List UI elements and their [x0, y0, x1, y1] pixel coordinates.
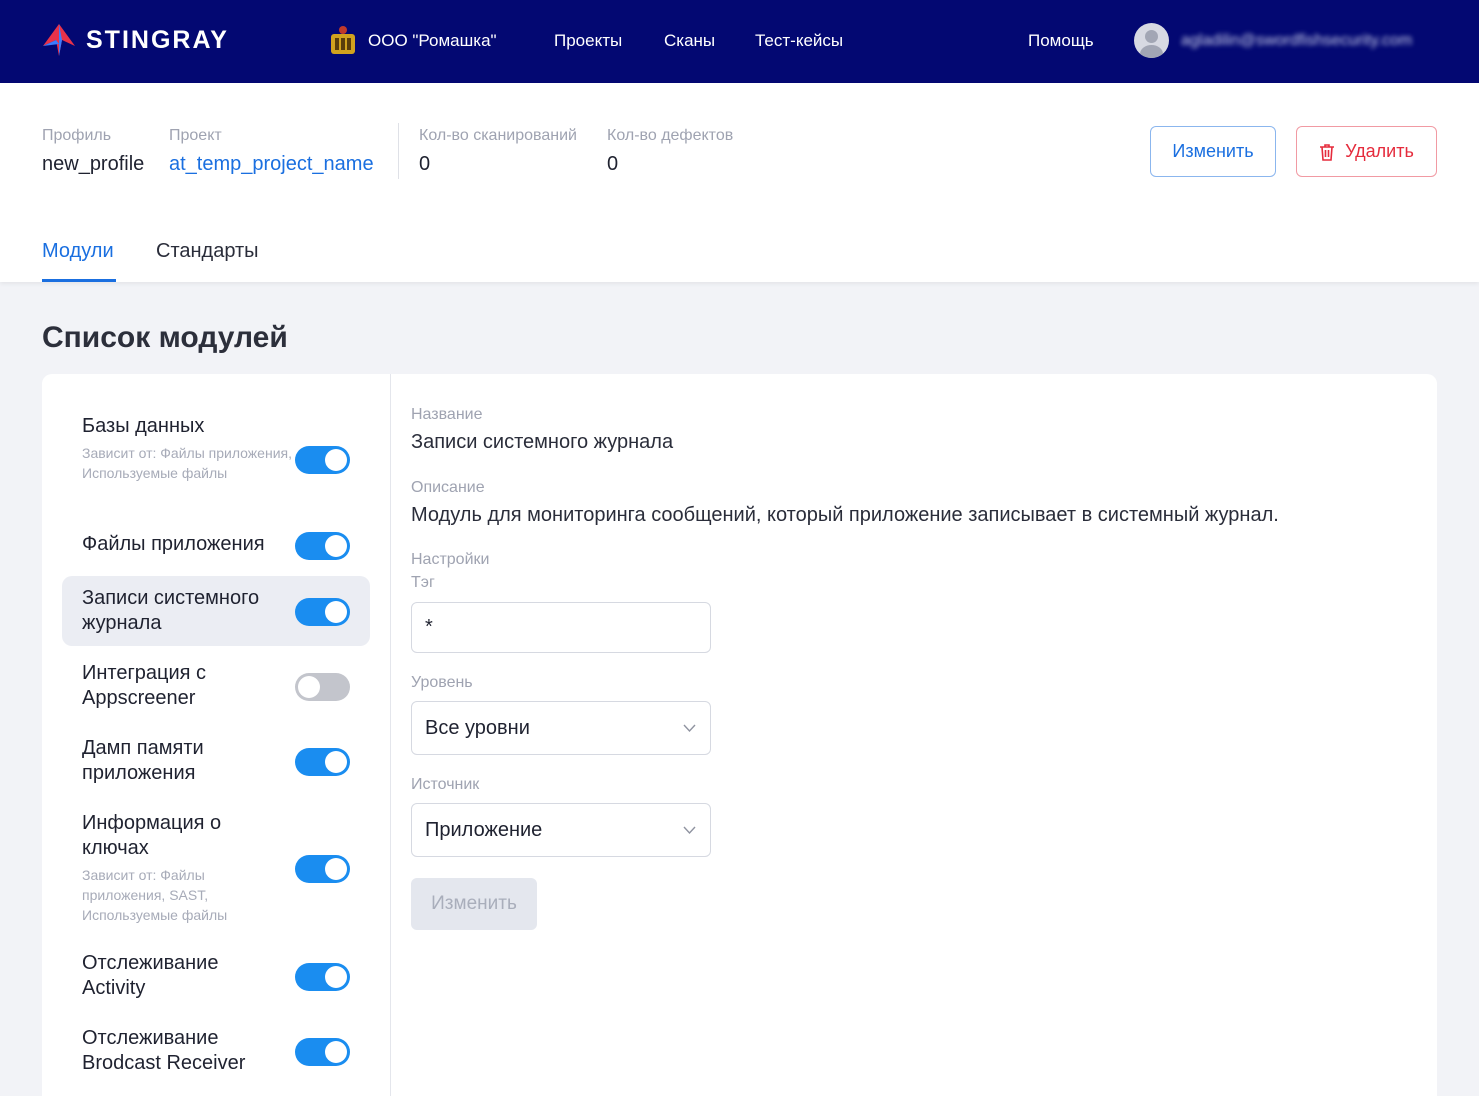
defects-count-label: Кол-во дефектов [607, 127, 734, 144]
project-label: Проект [169, 127, 222, 144]
chevron-down-icon [683, 724, 696, 733]
module-toggle[interactable] [295, 598, 350, 626]
scans-count-value: 0 [419, 153, 431, 175]
save-settings-label: Изменить [431, 893, 517, 914]
defects-meta: Кол-во дефектов 0 [607, 126, 733, 177]
module-toggle[interactable] [295, 748, 350, 776]
tab-standards[interactable]: Стандарты [156, 238, 259, 264]
nav-scans[interactable]: Сканы [664, 30, 715, 52]
chevron-down-icon [683, 826, 696, 835]
profile-header: Профиль new_profile Проект at_temp_proje… [0, 83, 1479, 282]
modules-card: Базы данных Зависит от: Файлы приложения… [42, 374, 1437, 1096]
delete-profile-label: Удалить [1345, 141, 1414, 161]
detail-settings-label: Настройки [411, 551, 490, 568]
detail-name-label: Название [411, 406, 483, 423]
detail-description-label: Описание [411, 479, 485, 496]
toggle-knob [325, 601, 347, 623]
module-name: Отслеживание Brodcast Receiver [82, 1027, 246, 1074]
defects-count-value: 0 [607, 153, 619, 175]
active-tab-indicator [42, 279, 116, 282]
save-settings-button[interactable]: Изменить [411, 878, 537, 930]
nav-help[interactable]: Помощь [1028, 30, 1094, 52]
scans-count-label: Кол-во сканирований [419, 127, 577, 144]
pane-divider [390, 374, 391, 1096]
module-toggle[interactable] [295, 673, 350, 701]
level-select[interactable]: Все уровни [411, 701, 711, 755]
user-email: agladilin@swordfishsecurity.com [1181, 31, 1413, 49]
scans-meta: Кол-во сканирований 0 [419, 126, 577, 177]
module-toggle[interactable] [295, 532, 350, 560]
module-toggle[interactable] [295, 1038, 350, 1066]
org-emblem-icon [331, 26, 355, 54]
module-item-system-log[interactable]: Записи системного журнала [62, 576, 370, 646]
app-name: STINGRAY [86, 26, 229, 54]
source-select[interactable]: Приложение [411, 803, 711, 857]
module-item-appscreener[interactable]: Интеграция с Appscreener [62, 651, 370, 721]
module-name: Файлы приложения [82, 533, 265, 555]
delete-profile-button[interactable]: Удалить [1296, 126, 1437, 177]
tag-input-value: * [425, 616, 433, 638]
source-select-value: Приложение [425, 818, 543, 841]
toggle-knob [325, 535, 347, 557]
module-name: Информация о ключах [82, 812, 222, 859]
module-toggle[interactable] [295, 446, 350, 474]
source-label: Источник [411, 776, 480, 793]
module-toggle[interactable] [295, 855, 350, 883]
toggle-knob [325, 966, 347, 988]
project-link[interactable]: at_temp_project_name [169, 151, 374, 177]
module-name: Отслеживание Activity [82, 952, 219, 999]
module-dependencies: Зависит от: Файлы приложения, Используем… [82, 445, 292, 481]
toggle-knob [325, 858, 347, 880]
module-name: Дамп памяти приложения [82, 737, 204, 784]
edit-profile-label: Изменить [1172, 141, 1254, 161]
toggle-knob [325, 1041, 347, 1063]
module-toggle[interactable] [295, 963, 350, 991]
toggle-knob [325, 751, 347, 773]
trash-icon [1320, 143, 1335, 161]
profile-value: new_profile [42, 153, 145, 175]
nav-test-cases[interactable]: Тест-кейсы [755, 30, 843, 52]
nav-projects[interactable]: Проекты [554, 30, 622, 52]
user-menu[interactable]: agladilin@swordfishsecurity.com [1134, 23, 1412, 58]
tab-modules[interactable]: Модули [42, 238, 114, 264]
toggle-knob [298, 676, 320, 698]
module-name: Интеграция с Appscreener [82, 662, 207, 709]
module-name: Базы данных [82, 415, 205, 437]
page-title: Список модулей [42, 321, 288, 354]
module-item-app-files[interactable]: Файлы приложения [62, 524, 370, 568]
module-dependencies: Зависит от: Файлы приложения, SAST, Испо… [82, 867, 228, 923]
module-item-activity-tracking[interactable]: Отслеживание Activity [62, 951, 370, 1021]
avatar [1134, 23, 1169, 58]
org-switcher[interactable]: ООО "Ромашка" [328, 24, 497, 58]
top-navbar: STINGRAY ООО "Ромашка" Проекты Сканы Тес… [0, 0, 1479, 83]
app-logo[interactable]: STINGRAY [42, 22, 229, 58]
tag-input[interactable]: * [411, 602, 711, 653]
profile-meta: Профиль new_profile [42, 126, 144, 177]
module-item-key-info[interactable]: Информация о ключах Зависит от: Файлы пр… [62, 801, 370, 931]
module-item-memory-dump[interactable]: Дамп памяти приложения [62, 726, 370, 796]
module-name: Записи системного журнала [82, 587, 260, 634]
level-label: Уровень [411, 674, 473, 691]
project-meta: Проект at_temp_project_name [169, 126, 374, 177]
profile-label: Профиль [42, 127, 112, 144]
tag-label: Тэг [411, 574, 435, 591]
edit-profile-button[interactable]: Изменить [1150, 126, 1276, 177]
toggle-knob [325, 449, 347, 471]
divider [398, 123, 399, 179]
detail-name-value: Записи системного журнала [411, 431, 674, 453]
module-item-databases[interactable]: Базы данных Зависит от: Файлы приложения… [62, 404, 370, 514]
detail-description-value: Модуль для мониторинга сообщений, которы… [411, 504, 1279, 526]
module-item-broadcast-receiver[interactable]: Отслеживание Brodcast Receiver [62, 1026, 370, 1096]
level-select-value: Все уровни [425, 716, 530, 739]
stingray-logo-icon [43, 24, 75, 56]
org-name: ООО "Ромашка" [368, 31, 497, 50]
